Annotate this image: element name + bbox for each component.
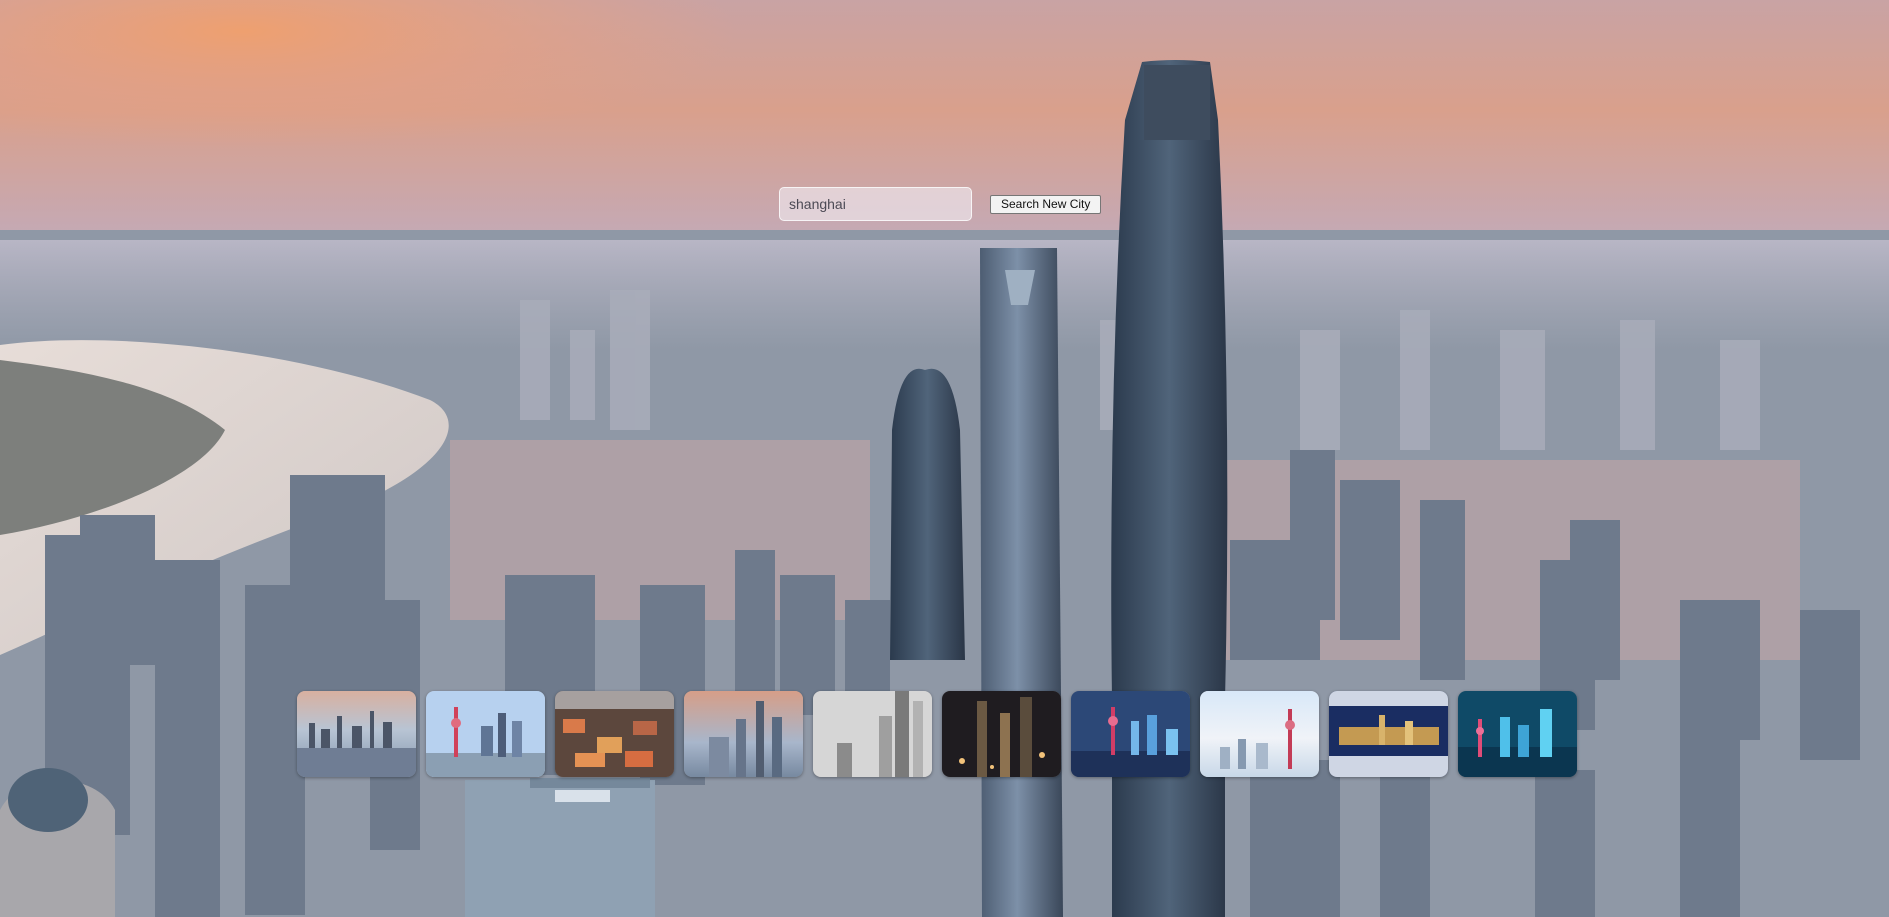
shanghai-thumbnail-2[interactable] [426, 691, 545, 777]
shanghai-thumbnail-7[interactable] [1071, 691, 1190, 777]
shanghai-thumbnail-8[interactable] [1200, 691, 1319, 777]
search-new-city-button[interactable]: Search New City [990, 194, 1102, 214]
shanghai-thumbnail-9[interactable] [1329, 691, 1448, 777]
city-background-image [0, 0, 1889, 917]
shanghai-thumbnail-10[interactable] [1458, 691, 1577, 777]
shanghai-thumbnail-6[interactable] [942, 691, 1061, 777]
weather-app-page: Search New City [0, 0, 1889, 917]
search-bar: Search New City [779, 187, 1102, 221]
shanghai-thumbnail-4[interactable] [684, 691, 803, 777]
shanghai-thumbnail-1[interactable] [297, 691, 416, 777]
city-image-gallery [297, 691, 1577, 777]
city-search-input[interactable] [779, 187, 972, 221]
shanghai-thumbnail-5[interactable] [813, 691, 932, 777]
shanghai-thumbnail-3[interactable] [555, 691, 674, 777]
